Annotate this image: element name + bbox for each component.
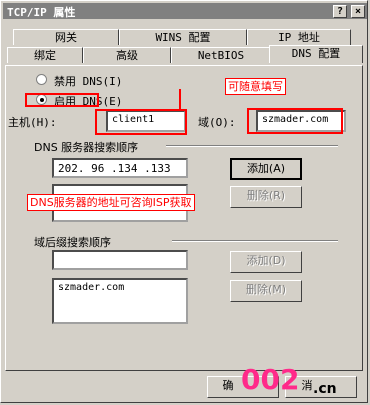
annotation-highlight-box [95,109,187,135]
dns-add-button[interactable]: 添加(A) [230,158,302,180]
host-label: 主机(H): [8,116,57,129]
dns-server-input[interactable]: 202. 96 .134 .133 [52,158,188,178]
title-bar: TCP/IP 属性 ? × [3,3,367,19]
window-title: TCP/IP 属性 [7,6,76,19]
suffix-list[interactable]: szmader.com [52,278,188,324]
annotation-connector [179,89,185,111]
annotation-fill-in-any: 可随意填写 [225,78,286,95]
ok-button-label: 确 [222,379,234,392]
annotation-highlight-box [247,108,343,134]
dns-server-order-label: DNS 服务器搜索顺序 [34,141,139,154]
domain-label: 域(O): [198,116,236,129]
tab-netbios[interactable]: NetBIOS [171,47,271,63]
annotation-highlight-box [25,93,99,107]
close-button[interactable]: × [351,5,365,18]
tab-dns-config[interactable]: DNS 配置 [269,45,363,63]
disable-dns-radio[interactable] [36,74,47,85]
tab-gateway[interactable]: 网关 [13,29,119,45]
tab-ip-address[interactable]: IP 地址 [247,29,351,45]
suffix-delete-button[interactable]: 删除(M) [230,280,302,302]
tab-wins[interactable]: WINS 配置 [119,29,247,45]
watermark-tld: .cn [313,381,337,397]
separator-line [172,240,338,242]
help-button[interactable]: ? [333,5,347,18]
tab-bindings[interactable]: 绑定 [7,47,83,63]
disable-dns-label: 禁用 DNS(I) [54,75,123,88]
suffix-input[interactable] [52,250,188,270]
tab-advanced[interactable]: 高级 [83,47,171,63]
annotation-dns-note: DNS服务器的地址可咨询ISP获取 [27,194,195,211]
suffix-add-button[interactable]: 添加(D) [230,251,302,273]
site-watermark: 002 .cn [237,363,367,401]
watermark-digits: 002 [241,363,300,396]
tcpip-properties-dialog: TCP/IP 属性 ? × 网关 WINS 配置 IP 地址 绑定 高级 Net… [0,0,368,403]
separator-line [166,145,338,147]
domain-suffix-order-label: 域后缀搜索顺序 [34,236,111,249]
suffix-list-item[interactable]: szmader.com [58,282,182,293]
dns-delete-button[interactable]: 删除(R) [230,186,302,208]
